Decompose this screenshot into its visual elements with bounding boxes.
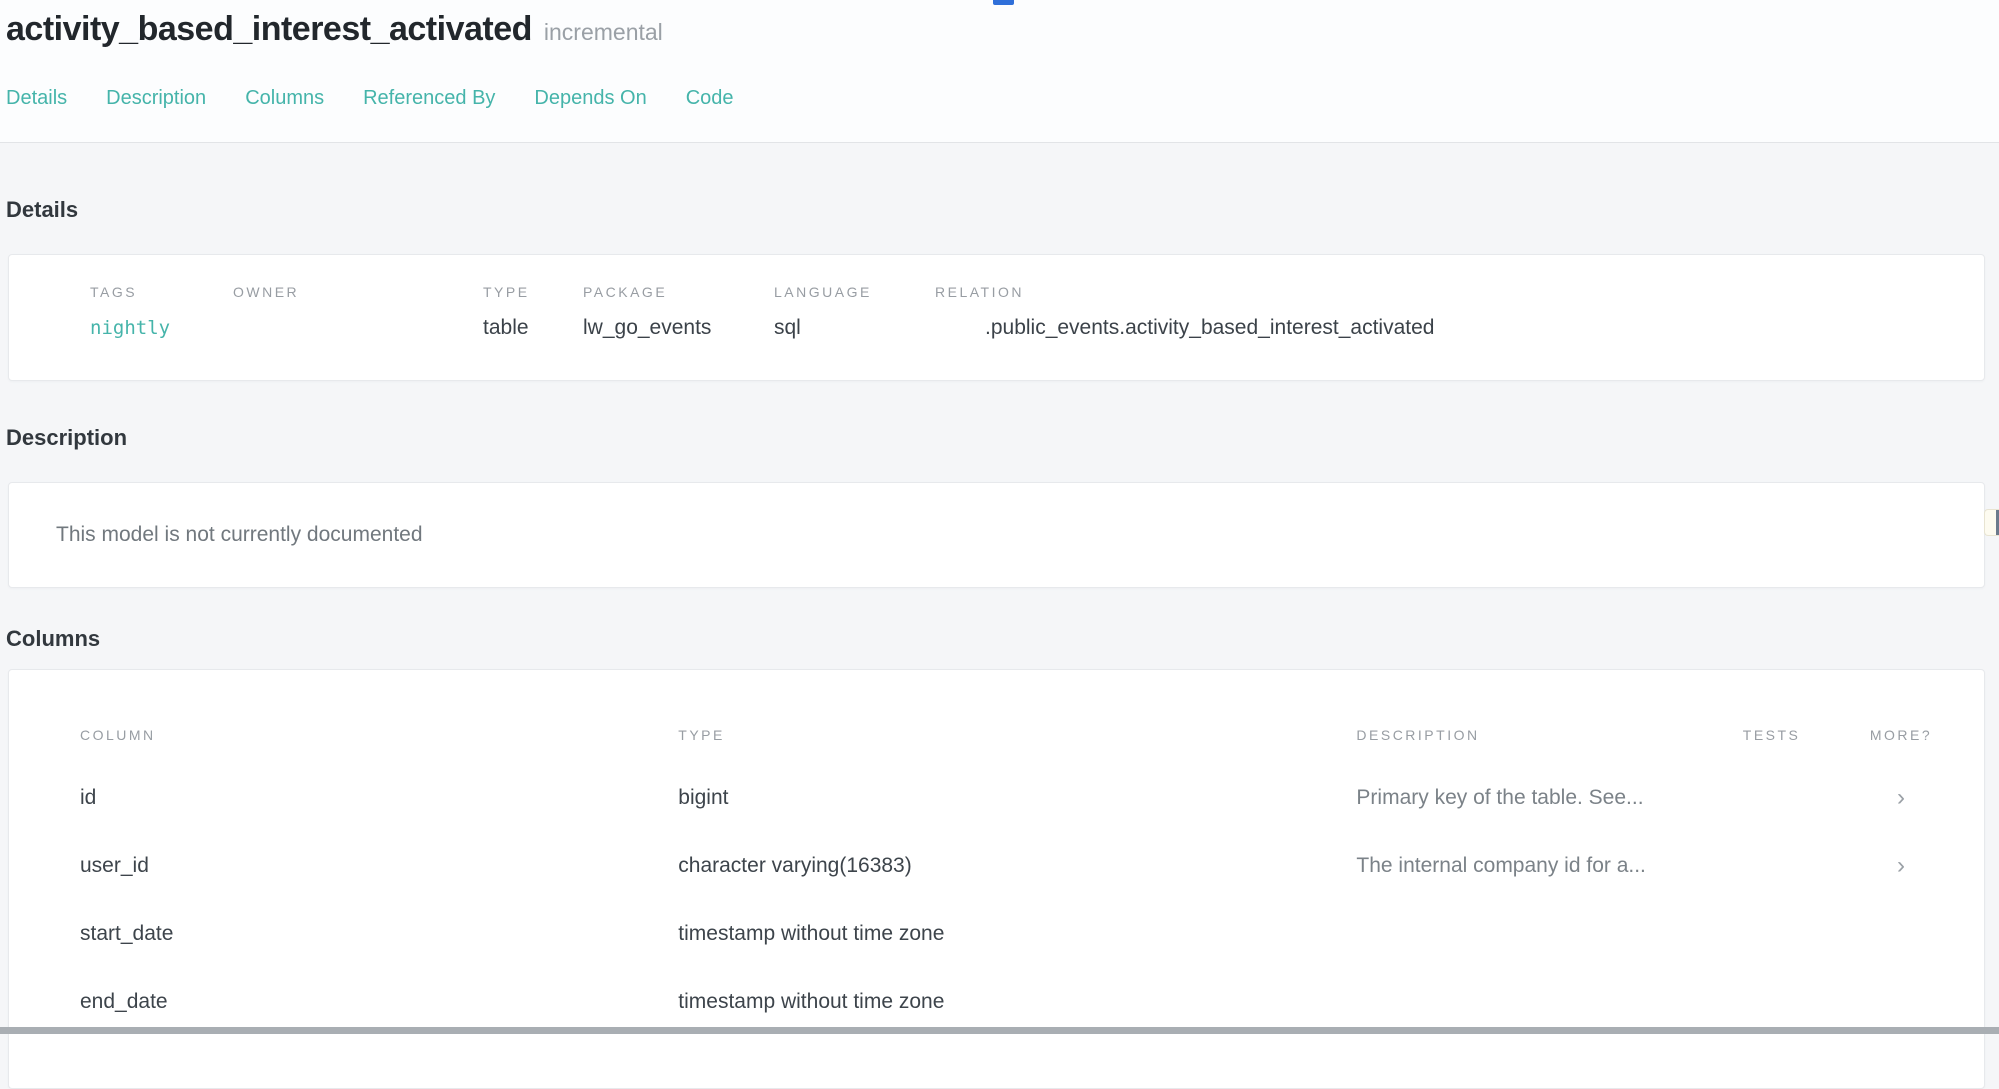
language-label: LANGUAGE (774, 285, 935, 299)
column-type-cell: timestamp without time zone (678, 990, 1356, 1014)
details-card: TAGS nightly OWNER TYPE table PACKAGE lw… (8, 254, 1985, 381)
header-tests: TESTS (1743, 728, 1868, 742)
column-name-cell: user_id (80, 854, 678, 878)
horizontal-scrollbar[interactable] (0, 1027, 1999, 1034)
columns-card: COLUMN TYPE DESCRIPTION TESTS MORE? id b… (8, 669, 1985, 1089)
page-header: activity_based_interest_activated increm… (0, 0, 1999, 143)
description-body: This model is not currently documented (56, 523, 423, 547)
header-type: TYPE (678, 728, 1356, 742)
row-expand-chevron[interactable]: › (1868, 854, 1934, 878)
columns-table-header: COLUMN TYPE DESCRIPTION TESTS MORE? (80, 728, 1934, 742)
tab-description[interactable]: Description (106, 86, 206, 110)
column-name-cell: id (80, 786, 678, 810)
clipped-blue-element (993, 0, 1014, 5)
column-description-cell: Primary key of the table. See... (1356, 786, 1742, 810)
model-title: activity_based_interest_activated (6, 9, 532, 49)
row-expand-chevron[interactable]: › (1868, 786, 1934, 810)
details-section-heading: Details (6, 143, 1999, 221)
column-name-cell: end_date (80, 990, 678, 1014)
column-type-cell: bigint (678, 786, 1356, 810)
package-value: lw_go_events (583, 315, 774, 341)
header-description: DESCRIPTION (1356, 728, 1742, 742)
tab-code[interactable]: Code (686, 86, 734, 110)
materialization-badge: incremental (544, 19, 663, 46)
detail-field-package: PACKAGE lw_go_events (583, 285, 774, 341)
details-fields: TAGS nightly OWNER TYPE table PACKAGE lw… (90, 285, 1964, 341)
tags-label: TAGS (90, 285, 233, 299)
relation-label: RELATION (935, 285, 1964, 299)
detail-field-owner: OWNER (233, 285, 483, 341)
title-row: activity_based_interest_activated increm… (6, 9, 1999, 49)
table-row-start-date[interactable]: start_date timestamp without time zone (80, 900, 1934, 968)
table-row-user-id[interactable]: user_id character varying(16383) The int… (80, 832, 1934, 900)
language-value: sql (774, 315, 935, 341)
header-column: COLUMN (80, 728, 678, 742)
table-row-id[interactable]: id bigint Primary key of the table. See.… (80, 764, 1934, 832)
column-type-cell: character varying(16383) (678, 854, 1356, 878)
tab-referenced-by[interactable]: Referenced By (363, 86, 495, 110)
package-label: PACKAGE (583, 285, 774, 299)
description-card: This model is not currently documented (8, 482, 1985, 588)
detail-field-relation: RELATION .public_events.activity_based_i… (935, 285, 1964, 341)
detail-field-tags: TAGS nightly (90, 285, 233, 341)
columns-section-heading: Columns (6, 628, 1999, 650)
tab-depends-on[interactable]: Depends On (534, 86, 646, 110)
description-section-heading: Description (6, 427, 1999, 449)
tag-nightly[interactable]: nightly (90, 315, 233, 341)
owner-label: OWNER (233, 285, 483, 299)
relation-value: .public_events.activity_based_interest_a… (935, 315, 1964, 341)
clipped-edge-button[interactable] (1984, 509, 1999, 536)
column-name-cell: start_date (80, 922, 678, 946)
column-description-cell: The internal company id for a... (1356, 854, 1742, 878)
column-type-cell: timestamp without time zone (678, 922, 1356, 946)
header-more: MORE? (1868, 728, 1934, 742)
section-tabs: Details Description Columns Referenced B… (6, 86, 734, 110)
tab-columns[interactable]: Columns (245, 86, 324, 110)
detail-field-language: LANGUAGE sql (774, 285, 935, 341)
detail-field-type: TYPE table (483, 285, 583, 341)
table-row-end-date[interactable]: end_date timestamp without time zone (80, 968, 1934, 1036)
type-value: table (483, 315, 583, 341)
type-label: TYPE (483, 285, 583, 299)
tab-details[interactable]: Details (6, 86, 67, 110)
